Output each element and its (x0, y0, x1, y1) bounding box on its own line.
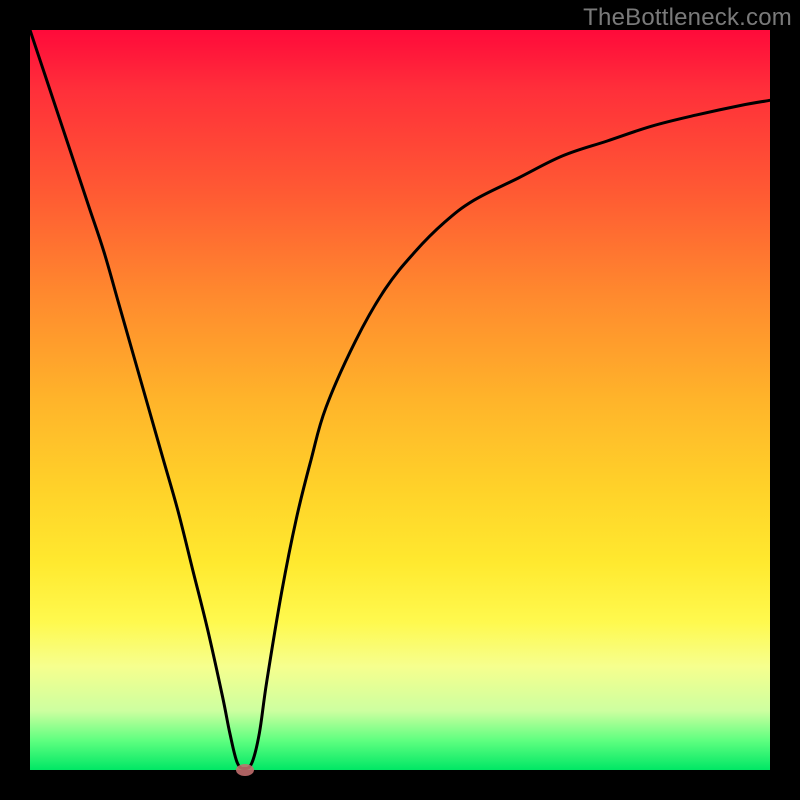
bottleneck-curve (30, 30, 770, 769)
watermark-text: TheBottleneck.com (583, 4, 792, 32)
chart-frame: TheBottleneck.com (0, 0, 800, 800)
curve-layer (30, 30, 770, 770)
minimum-marker (236, 764, 254, 776)
plot-area (30, 30, 770, 770)
